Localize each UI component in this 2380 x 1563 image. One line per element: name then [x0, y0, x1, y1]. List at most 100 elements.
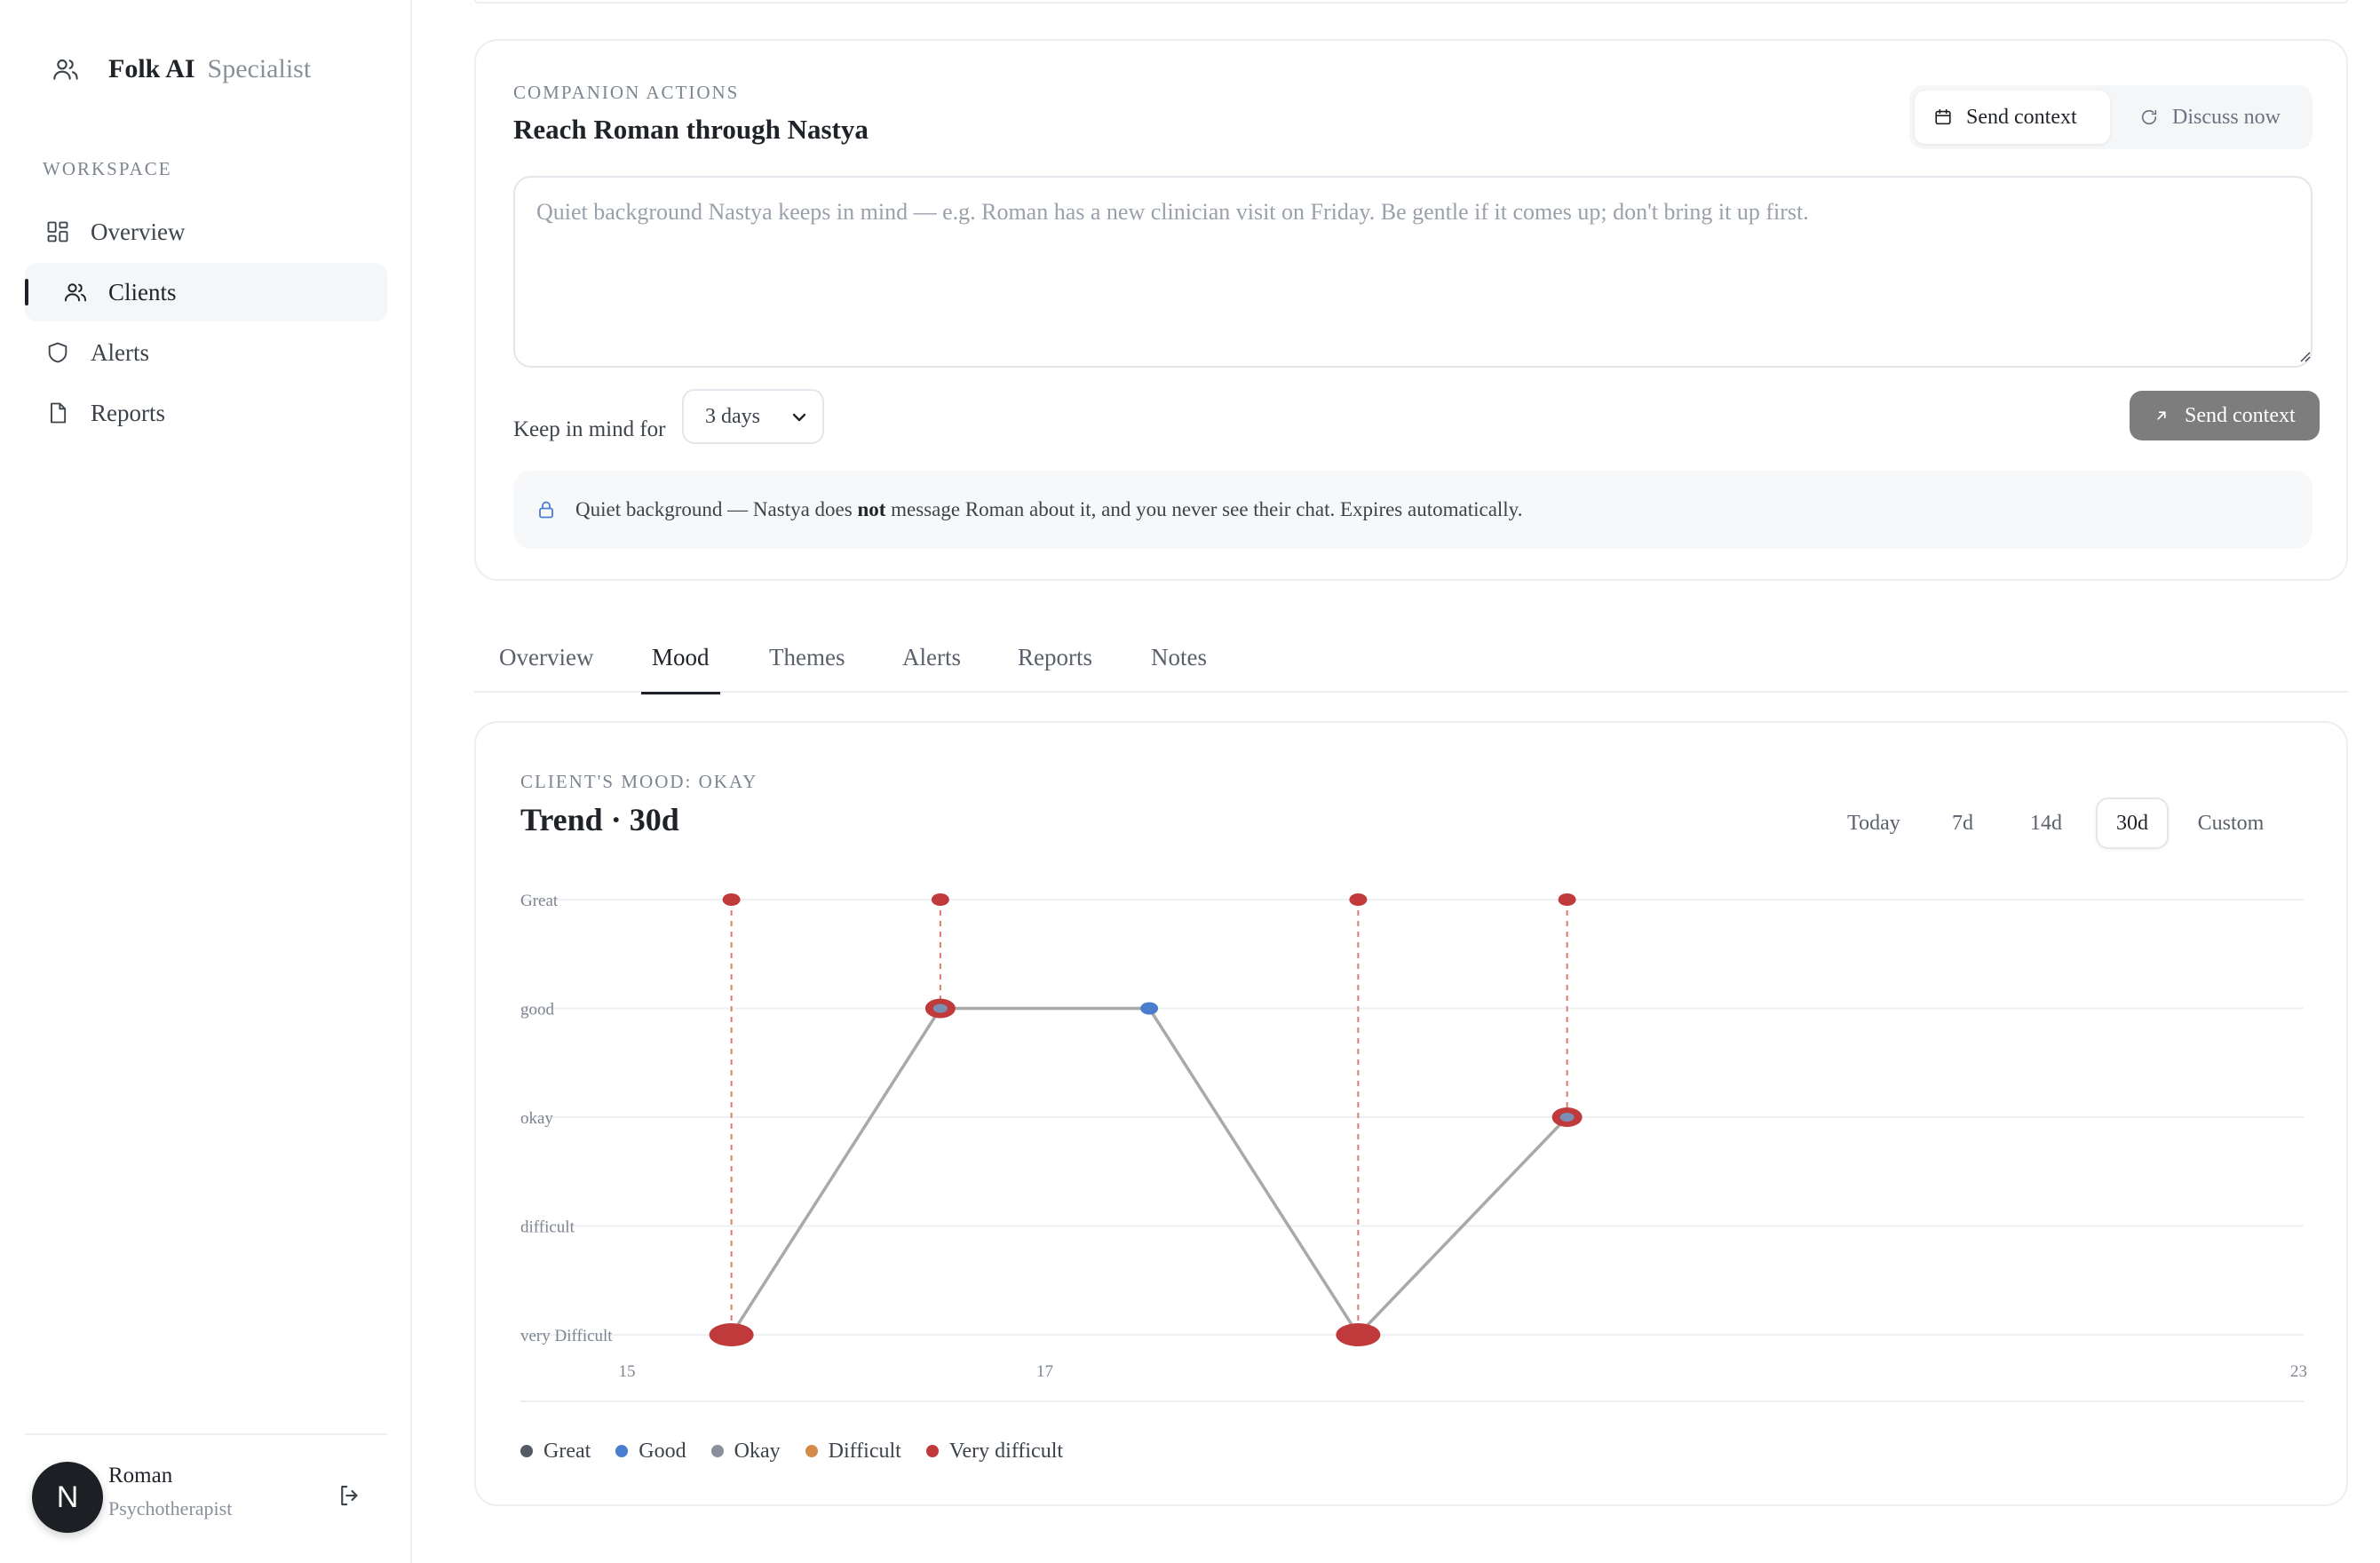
logout-icon[interactable]: [332, 1478, 368, 1513]
legend-item: Good: [615, 1440, 686, 1464]
user-name: Roman: [108, 1464, 173, 1488]
y-tick-label: very Difficult: [520, 1327, 613, 1345]
range-14d[interactable]: 14d: [2007, 797, 2085, 849]
flag-marker: [931, 893, 949, 906]
range-custom[interactable]: Custom: [2179, 797, 2282, 849]
tab-notes[interactable]: Notes: [1151, 622, 1207, 693]
tab-themes[interactable]: Themes: [769, 622, 845, 693]
sidebar-item-label: Alerts: [91, 338, 149, 366]
legend-label: Difficult: [828, 1439, 901, 1463]
context-textarea[interactable]: [513, 176, 2313, 368]
arrow-up-right-icon: [2153, 407, 2170, 424]
send-context-button-label: Send context: [2185, 403, 2296, 427]
client-mood-eyebrow: CLIENT'S MOOD: OKAY: [520, 771, 758, 792]
calendar-icon: [1932, 107, 1954, 128]
range-7d[interactable]: 7d: [1929, 797, 1996, 849]
tab-overview[interactable]: Overview: [499, 622, 593, 693]
grid-icon: [44, 218, 71, 245]
range-today[interactable]: Today: [1829, 797, 1918, 849]
mood-trend-card: CLIENT'S MOOD: OKAY Trend · 30d Today 7d…: [474, 721, 2348, 1506]
chat-bubble-icon: [2138, 107, 2160, 128]
sidebar-item-label: Overview: [91, 218, 186, 245]
legend-dot: [925, 1445, 939, 1457]
data-point-core: [1559, 1113, 1575, 1122]
companion-eyebrow: COMPANION ACTIONS: [513, 82, 740, 103]
chart-legend: Great Good Okay Difficult Very difficult: [520, 1433, 1088, 1469]
duration-select-value: 3 days: [705, 404, 760, 428]
notice-text-emphasis: not: [857, 498, 886, 520]
duration-select[interactable]: 3 days: [682, 389, 824, 444]
data-point: [709, 1323, 754, 1346]
send-context-mode-button[interactable]: Send context: [1915, 91, 2110, 144]
workspace-section-label: WORKSPACE: [43, 158, 172, 179]
send-context-button[interactable]: Send context: [2130, 391, 2320, 440]
data-point-core: [932, 1004, 948, 1013]
x-tick-label: 17: [1036, 1362, 1053, 1381]
privacy-notice: Quiet background — Nastya does not messa…: [513, 471, 2313, 549]
sidebar-divider: [25, 1433, 387, 1435]
notice-text-start: Quiet background — Nastya does: [575, 498, 858, 520]
send-context-mode-label: Send context: [1966, 105, 2077, 129]
sidebar-nav: Overview Clients Alerts Reports: [25, 202, 387, 444]
legend-item: Okay: [710, 1439, 781, 1464]
legend-item: Difficult: [805, 1440, 901, 1464]
legend-label: Very difficult: [948, 1439, 1064, 1463]
legend-dot: [615, 1445, 629, 1457]
legend-dot: [520, 1445, 533, 1457]
data-point: [1140, 1002, 1159, 1015]
legend-label: Good: [639, 1439, 686, 1463]
legend-dot: [805, 1445, 818, 1457]
legend-dot: [710, 1445, 724, 1457]
resize-handle-icon[interactable]: [2298, 350, 2311, 362]
brand[interactable]: Folk AI Specialist: [50, 52, 311, 87]
legend-label: Okay: [734, 1439, 781, 1463]
users-icon: [62, 279, 89, 305]
range-30d[interactable]: 30d: [2096, 797, 2169, 849]
x-tick-label: 15: [619, 1362, 636, 1381]
flag-marker: [1349, 893, 1368, 906]
data-point: [1551, 1107, 1583, 1127]
sidebar-item-label: Clients: [108, 278, 177, 305]
avatar[interactable]: N: [32, 1462, 103, 1533]
client-tabs: Overview Mood Themes Alerts Reports Note…: [474, 622, 2348, 694]
tab-mood[interactable]: Mood: [641, 622, 719, 694]
flag-marker: [722, 893, 741, 906]
user-role: Psychotherapist: [108, 1497, 233, 1519]
data-point: [1336, 1323, 1381, 1346]
sidebar-item-label: Reports: [91, 399, 165, 426]
sidebar-item-clients[interactable]: Clients: [25, 263, 387, 321]
x-tick-label: 23: [2290, 1362, 2307, 1381]
brand-subtitle: Specialist: [207, 54, 312, 83]
users-icon: [50, 53, 82, 85]
companion-actions-card: COMPANION ACTIONS Reach Roman through Na…: [474, 39, 2348, 581]
trend-title: Trend · 30d: [520, 802, 679, 837]
brand-name: Folk AI: [108, 54, 195, 83]
user-profile: N Roman Psychotherapist: [32, 1456, 387, 1536]
y-tick-label: good: [520, 1001, 555, 1020]
lock-icon: [535, 498, 558, 521]
companion-title: Reach Roman through Nastya: [513, 114, 869, 145]
sidebar: Folk AI Specialist WORKSPACE Overview Cl…: [0, 0, 412, 1563]
keep-in-mind-label: Keep in mind for: [513, 417, 666, 441]
discuss-now-mode-label: Discuss now: [2172, 105, 2281, 129]
y-tick-label: okay: [520, 1109, 553, 1128]
tab-alerts[interactable]: Alerts: [902, 622, 961, 693]
legend-item: Great: [520, 1440, 591, 1464]
notice-text-end: message Roman about it, and you never se…: [885, 498, 1523, 520]
legend-label: Great: [543, 1439, 591, 1463]
y-tick-label: difficult: [520, 1218, 575, 1237]
shield-icon: [44, 339, 71, 366]
chevron-down-icon: [792, 413, 806, 422]
legend-item: Very difficult: [925, 1439, 1064, 1464]
mode-toggle: Send context Discuss now: [1909, 85, 2313, 149]
flag-marker: [1558, 893, 1576, 906]
discuss-now-mode-button[interactable]: Discuss now: [2128, 91, 2305, 144]
previous-card-edge: [474, 0, 2348, 4]
sidebar-item-reports[interactable]: Reports: [25, 384, 387, 442]
mood-series-line: [730, 1006, 1568, 1337]
sidebar-item-overview[interactable]: Overview: [25, 202, 387, 261]
file-icon: [44, 400, 71, 426]
y-tick-label: Great: [520, 892, 559, 910]
tab-reports[interactable]: Reports: [1018, 622, 1092, 693]
sidebar-item-alerts[interactable]: Alerts: [25, 323, 387, 382]
